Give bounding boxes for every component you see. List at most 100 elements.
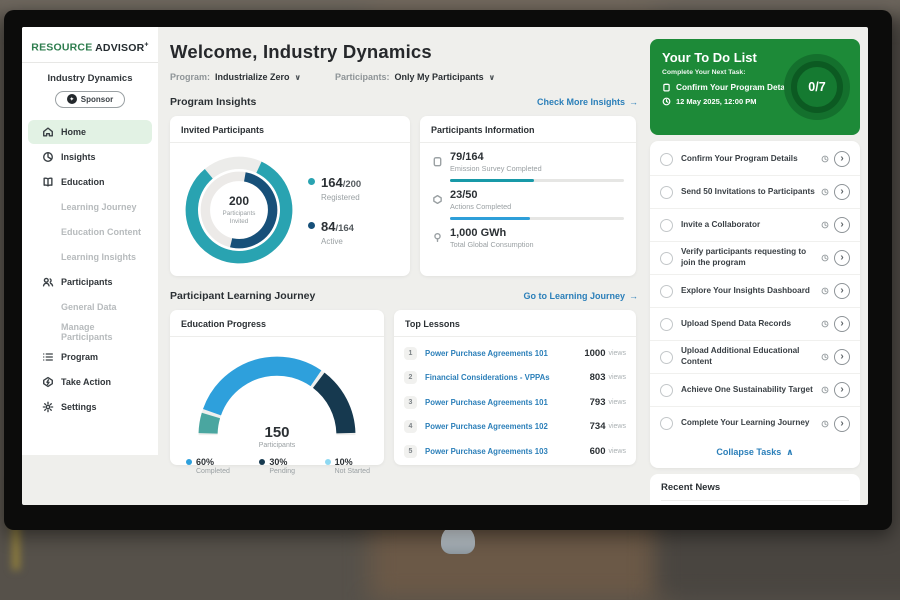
invited-donut-chart: 200 Participants Invited (180, 151, 298, 269)
legend-not-started: 10% Not Started (325, 457, 370, 475)
sidebar-item-insights[interactable]: Insights (28, 145, 152, 169)
task-open-button[interactable]: › (834, 217, 850, 233)
sidebar-item-manage-participants[interactable]: Manage Participants (28, 320, 152, 344)
task-row[interactable]: Upload Additional Educational Content › (650, 341, 860, 374)
sidebar-item-program[interactable]: Program (28, 345, 152, 369)
emission-progress-bar (450, 179, 624, 182)
filter-bar: Program: Industrialize Zero ∨ Participan… (170, 72, 638, 82)
task-open-button[interactable]: › (834, 250, 850, 266)
task-row[interactable]: Invite a Collaborator › (650, 209, 860, 242)
task-open-button[interactable]: › (834, 382, 850, 398)
todo-progress-ring: 0/7 (784, 54, 850, 120)
task-checkbox[interactable] (660, 384, 673, 397)
section-title: Program Insights (170, 96, 256, 108)
recent-news-card: Recent News (650, 474, 860, 505)
clock-icon (821, 282, 829, 300)
task-open-button[interactable]: › (834, 184, 850, 200)
legend-pending: 30% Pending (259, 457, 295, 475)
clock-icon (821, 216, 829, 234)
sidebar-item-education[interactable]: Education (28, 170, 152, 194)
clipboard-icon (432, 154, 443, 172)
lesson-row[interactable]: 2 Financial Considerations - VPPAs 803 v… (404, 366, 626, 391)
legend-dot (308, 222, 315, 229)
top-lessons-card: Top Lessons 1 Power Purchase Agreements … (394, 310, 636, 465)
sponsor-label: Sponsor (81, 95, 113, 104)
task-open-button[interactable]: › (834, 416, 850, 432)
sidebar-nav: Home Insights Education Learning Journey… (22, 120, 158, 419)
lesson-row[interactable]: 1 Power Purchase Agreements 101 1000 vie… (404, 341, 626, 366)
collapse-tasks-link[interactable]: Collapse Tasks ∧ (650, 440, 860, 464)
chevron-up-icon: ∧ (786, 447, 793, 458)
take-action-icon (42, 376, 54, 388)
sidebar-item-education-content[interactable]: Education Content (28, 220, 152, 244)
legend-dot (186, 459, 192, 465)
task-checkbox[interactable] (660, 153, 673, 166)
home-icon (42, 126, 54, 138)
education-progress-card: Education Progress 150 Participants (170, 310, 384, 465)
participants-icon (42, 276, 54, 288)
legend-active: 84/164 Active (308, 218, 361, 246)
clock-icon (821, 315, 829, 333)
actions-progress-bar (450, 217, 624, 220)
task-checkbox[interactable] (660, 285, 673, 298)
sidebar-item-home[interactable]: Home (28, 120, 152, 144)
sidebar-item-settings[interactable]: Settings (28, 395, 152, 419)
clock-icon (821, 249, 829, 267)
sponsor-icon: ✦ (67, 94, 77, 104)
gauge-center-label: 150 Participants (189, 424, 365, 449)
lesson-row[interactable]: 5 Power Purchase Agreements 103 600 view… (404, 439, 626, 464)
education-gauge-chart: 150 Participants (189, 347, 365, 449)
clock-icon (821, 150, 829, 168)
todo-panel: Your To Do List Complete Your Next Task:… (650, 39, 860, 505)
task-open-button[interactable]: › (834, 316, 850, 332)
insights-icon (42, 151, 54, 163)
participants-information-card: Participants Information 79/164 Emission… (420, 116, 636, 276)
sidebar-item-general-data[interactable]: General Data (28, 295, 152, 319)
sponsor-badge[interactable]: ✦ Sponsor (55, 91, 125, 108)
lesson-row[interactable]: 4 Power Purchase Agreements 102 734 view… (404, 415, 626, 440)
legend-dot (325, 459, 331, 465)
app-logo: RESOURCE ADVISOR+ (22, 37, 158, 62)
arrow-right-icon: → (629, 97, 638, 107)
chevron-down-icon: ∨ (295, 73, 302, 82)
task-checkbox[interactable] (660, 186, 673, 199)
task-checkbox[interactable] (660, 351, 673, 364)
sidebar-item-take-action[interactable]: Take Action (28, 370, 152, 394)
org-name: Industry Dynamics (22, 73, 158, 84)
task-row[interactable]: Verify participants requesting to join t… (650, 242, 860, 275)
task-checkbox[interactable] (660, 252, 673, 265)
task-row[interactable]: Complete Your Learning Journey › (650, 407, 860, 440)
go-to-learning-journey-link[interactable]: Go to Learning Journey → (523, 291, 638, 301)
task-open-button[interactable]: › (834, 151, 850, 167)
participants-select[interactable]: Participants: Only My Participants ∨ (335, 72, 495, 82)
dashboard-screen: RESOURCE ADVISOR+ Industry Dynamics ✦ Sp… (22, 27, 868, 505)
task-row[interactable]: Explore Your Insights Dashboard › (650, 275, 860, 308)
invited-participants-card: Invited Participants 200 Participants (170, 116, 410, 276)
task-checkbox[interactable] (660, 417, 673, 430)
check-more-insights-link[interactable]: Check More Insights → (537, 97, 638, 107)
task-open-button[interactable]: › (834, 283, 850, 299)
section-title: Participant Learning Journey (170, 290, 315, 302)
task-row[interactable]: Confirm Your Program Details › (650, 143, 860, 176)
task-checkbox[interactable] (660, 219, 673, 232)
lesson-row[interactable]: 3 Power Purchase Agreements 101 793 view… (404, 390, 626, 415)
sidebar-item-learning-journey[interactable]: Learning Journey (28, 195, 152, 219)
gauge-legend: 60% Completed 30% Pending 10% Not Starte… (170, 449, 384, 475)
sidebar-item-participants[interactable]: Participants (28, 270, 152, 294)
program-select[interactable]: Program: Industrialize Zero ∨ (170, 72, 301, 82)
task-row[interactable]: Upload Spend Data Records › (650, 308, 860, 341)
main-content: Welcome, Industry Dynamics Program: Indu… (158, 27, 650, 505)
task-row[interactable]: Send 50 Invitations to Participants › (650, 176, 860, 209)
clock-icon (662, 97, 671, 106)
book-icon (42, 176, 54, 188)
sidebar-item-learning-insights[interactable]: Learning Insights (28, 245, 152, 269)
legend-dot (308, 178, 315, 185)
program-insights-header: Program Insights Check More Insights → (170, 96, 638, 108)
list-icon (42, 351, 54, 363)
gear-icon (42, 401, 54, 413)
task-checkbox[interactable] (660, 318, 673, 331)
task-row[interactable]: Achieve One Sustainability Target › (650, 374, 860, 407)
emission-survey-row: 79/164 Emission Survey Completed (432, 151, 624, 182)
clock-icon (821, 415, 829, 433)
task-open-button[interactable]: › (834, 349, 850, 365)
